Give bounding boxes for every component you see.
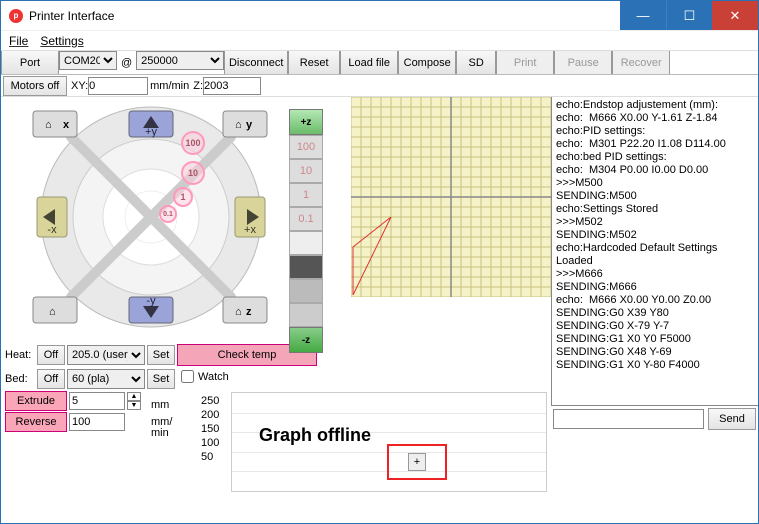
z-step-g2[interactable] [289,303,323,327]
svg-text:z: z [246,306,252,318]
step-01[interactable]: 0.1 [159,205,177,223]
reverse-input[interactable] [69,413,125,431]
port-button[interactable]: Port [1,51,59,74]
z-step-sep [289,231,323,255]
svg-text:⌂: ⌂ [235,119,242,131]
svg-text:⌂: ⌂ [49,306,56,318]
mmmin-label2: mm/ min [151,417,185,435]
home-all-button[interactable]: ⌂ [33,297,77,323]
z-step-1[interactable]: 1 [289,183,323,207]
jog-dial[interactable]: +y -y -x +x ⌂x ⌂y ⌂ ⌂z [1,97,291,342]
close-button[interactable]: ✕ [712,1,758,30]
menu-settings[interactable]: Settings [40,34,83,48]
step-1[interactable]: 1 [173,187,193,207]
heat-temp-select[interactable]: 205.0 (user) [67,345,145,365]
sd-button[interactable]: SD [456,51,496,74]
reverse-button[interactable]: Reverse [5,412,67,432]
extrude-input[interactable] [69,392,125,410]
send-button[interactable]: Send [708,408,756,430]
motors-off-button[interactable]: Motors off [3,76,67,96]
plus-x-button[interactable]: +x [235,197,265,237]
z-step-100[interactable]: 100 [289,135,323,159]
z-step-dark[interactable] [289,255,323,279]
command-input[interactable] [553,409,704,429]
svg-text:+x: +x [244,224,256,236]
pause-button[interactable]: Pause [554,51,612,74]
bed-label: Bed: [5,373,35,385]
plus-z-button[interactable]: +z [289,109,323,135]
mmmin-label: mm/min [150,80,189,92]
status-row: Motors off XY: mm/min Z: [1,75,758,97]
watch-label: Watch [198,371,229,383]
graph-offline-text: Graph offline [259,425,371,446]
heat-set-button[interactable]: Set [147,345,175,365]
home-y-button[interactable]: ⌂y [223,111,267,137]
z-step-01[interactable]: 0.1 [289,207,323,231]
minimize-button[interactable]: — [620,1,666,30]
port-select[interactable]: COM20 [59,51,117,70]
menu-bar: File Settings [1,31,758,51]
bed-off-button[interactable]: Off [37,369,65,389]
window-title: Printer Interface [29,9,620,23]
step-100[interactable]: 100 [181,131,205,155]
minus-z-button[interactable]: -z [289,327,323,353]
loadfile-button[interactable]: Load file [340,51,398,74]
home-x-button[interactable]: ⌂x [33,111,77,137]
mm-label: mm [151,399,185,417]
maximize-button[interactable]: ☐ [666,1,712,30]
console-output: echo:Endstop adjustement (mm): echo: M66… [551,97,758,406]
graph-axis: 250 200 150 100 50 [201,394,219,464]
minus-y-button[interactable]: -y [129,295,173,323]
svg-text:-y: -y [146,295,156,307]
svg-text:y: y [246,119,253,131]
compose-button[interactable]: Compose [398,51,456,74]
z-input[interactable] [203,77,261,95]
xy-label: XY: [71,80,88,92]
watch-checkbox[interactable] [181,370,194,383]
preview-grid [351,97,551,297]
svg-text:x: x [63,119,70,131]
heat-label: Heat: [5,349,35,361]
bed-temp-select[interactable]: 60 (pla) [67,369,145,389]
disconnect-button[interactable]: Disconnect [224,51,288,74]
titlebar: p Printer Interface — ☐ ✕ [1,1,758,31]
svg-text:+y: +y [145,126,157,138]
highlighted-add-box: + [387,444,447,480]
toolbar: Port COM20 @ 250000 Disconnect Reset Loa… [1,51,758,75]
baud-select[interactable]: 250000 [136,51,224,70]
minus-x-button[interactable]: -x [37,197,67,237]
svg-text:⌂: ⌂ [235,306,242,318]
svg-text:-x: -x [47,224,57,236]
z-step-g1[interactable] [289,279,323,303]
jog-panel: +y -y -x +x ⌂x ⌂y ⌂ ⌂z 100 10 1 0.1 +z [1,97,351,342]
extrude-button[interactable]: Extrude [5,391,67,411]
reset-button[interactable]: Reset [288,51,340,74]
bed-set-button[interactable]: Set [147,369,175,389]
app-icon: p [9,9,23,23]
plus-y-button[interactable]: +y [129,111,173,138]
recover-button[interactable]: Recover [612,51,670,74]
step-10[interactable]: 10 [181,161,205,185]
home-z-button[interactable]: ⌂z [223,297,267,323]
z-step-10[interactable]: 10 [289,159,323,183]
print-button[interactable]: Print [496,51,554,74]
heat-off-button[interactable]: Off [37,345,65,365]
add-button[interactable]: + [408,453,426,471]
xy-input[interactable] [88,77,148,95]
menu-file[interactable]: File [9,34,28,48]
at-label: @ [117,51,136,74]
svg-text:⌂: ⌂ [45,119,52,131]
z-label: Z: [193,80,203,92]
